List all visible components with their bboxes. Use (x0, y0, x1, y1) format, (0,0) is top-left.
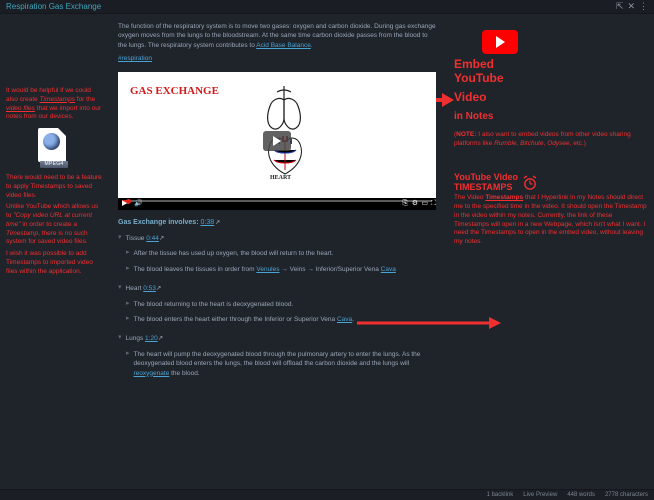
note-content: The function of the respiratory system i… (108, 14, 446, 489)
left-note-4: I wish it was possible to add Timestamps… (6, 250, 102, 276)
video-controls[interactable]: ▶ 🔊 ⎘ ⚙ ▭ ⛶ (118, 198, 436, 210)
page-title: Respiration Gas Exchange (6, 2, 101, 11)
hashtag-link[interactable]: #respiration (118, 54, 152, 63)
external-link-icon[interactable]: ↗ (215, 220, 220, 226)
youtube-icon[interactable]: ▭ (421, 199, 428, 209)
timestamp-link[interactable]: 0:38 (201, 219, 215, 226)
close-icon[interactable]: ✕ (627, 1, 635, 12)
embed-heading-2: YouTube (454, 72, 648, 86)
timestamp-link[interactable]: 1:20 (145, 335, 158, 342)
bullet-lungs-1: ▸The heart will pump the deoxygenated bl… (126, 350, 436, 378)
cava-link[interactable]: Cava (381, 266, 396, 273)
chevron-right-icon[interactable]: ▸ (126, 300, 130, 308)
play-icon[interactable]: ▶ (122, 199, 127, 209)
captions-icon[interactable]: ⎘ (402, 199, 408, 209)
chevron-right-icon[interactable]: ▸ (126, 315, 130, 323)
heart-label: HEART (270, 174, 291, 183)
timestamp-link[interactable]: 0:44 (146, 235, 159, 242)
intro-paragraph: The function of the respiratory system i… (118, 22, 436, 50)
settings-icon[interactable]: ⚙ (412, 199, 418, 209)
bullet-lungs: ▾ Lungs 1:20↗ (118, 334, 436, 343)
chevron-right-icon[interactable]: ▸ (126, 265, 130, 273)
editor-mode[interactable]: Live Preview (523, 492, 557, 498)
file-icon-label: MPEG4 (40, 161, 68, 168)
bullet-tissue-1: ▸After the tissue has used up oxygen, th… (126, 249, 436, 258)
venules-link[interactable]: Venules (256, 266, 279, 273)
left-annotation-column: It would be helpful if we could also cre… (0, 14, 108, 489)
left-note-1: It would be helpful if we could also cre… (6, 87, 102, 122)
left-note-3: Unlike YouTube which allows us to "Copy … (6, 203, 102, 247)
embed-heading-3: Video (454, 86, 648, 110)
bullet-heart-1: ▸The blood returning to the heart is deo… (126, 300, 436, 309)
embed-heading-1: Embed (454, 58, 648, 72)
chevron-right-icon[interactable]: ▸ (126, 350, 130, 358)
alarm-clock-icon (522, 175, 538, 191)
volume-icon[interactable]: 🔊 (134, 199, 143, 209)
arrow-right-icon (355, 316, 501, 330)
bullet-heart: ▾ Heart 0:53↗ (118, 284, 436, 293)
titlebar: Respiration Gas Exchange ⇱ ✕ ⋮ (0, 0, 654, 14)
timestamps-heading: YouTube Video TIMESTAMPS (454, 173, 648, 193)
embed-note: (NOTE: I also want to embed videos from … (454, 131, 648, 149)
bullet-tissue-2: ▸The blood leaves the tissues in order f… (126, 265, 436, 274)
youtube-logo-icon (482, 30, 518, 54)
backlink-count[interactable]: 1 backlink (487, 492, 514, 498)
left-note-2: There would need to be a feature to appl… (6, 174, 102, 200)
external-link-icon[interactable]: ↗ (159, 235, 164, 242)
word-count: 448 words (567, 492, 595, 498)
play-button-icon[interactable] (263, 131, 291, 151)
main-area: It would be helpful if we could also cre… (0, 14, 654, 489)
timestamps-body: The Video Timestamps that I Hyperlink in… (454, 194, 648, 247)
bullet-tissue: ▾ Tissue 0:44↗ (118, 234, 436, 243)
external-link-icon[interactable]: ↗ (156, 285, 161, 292)
video-overlay-title: GAS EXCHANGE (130, 84, 219, 100)
gas-exchange-heading: Gas Exchange involves: 0:38↗ (118, 218, 436, 228)
chevron-down-icon[interactable]: ▾ (118, 234, 122, 242)
timestamp-link[interactable]: 0:53 (143, 285, 156, 292)
link-icon[interactable]: ⇱ (616, 1, 624, 12)
fullscreen-icon[interactable]: ⛶ (431, 199, 436, 209)
external-link-icon[interactable]: ↗ (158, 335, 163, 342)
embed-subheading: in Notes (454, 110, 648, 124)
more-icon[interactable]: ⋮ (639, 1, 648, 12)
chevron-right-icon[interactable]: ▸ (126, 249, 130, 257)
lungs-drawing (244, 82, 324, 138)
chevron-down-icon[interactable]: ▾ (118, 334, 122, 342)
mpeg4-file-icon: MPEG4 (38, 128, 70, 168)
statusbar: 1 backlink Live Preview 448 words 2778 c… (0, 489, 654, 500)
right-annotation-column: Embed YouTube Video in Notes (NOTE: I al… (446, 14, 654, 489)
cava-link[interactable]: Cava (337, 316, 352, 323)
reoxygenate-link[interactable]: reoxygenate (134, 370, 170, 377)
chevron-down-icon[interactable]: ▾ (118, 284, 122, 292)
youtube-embed[interactable]: GAS EXCHANGE HEART ▶ (118, 72, 436, 210)
char-count: 2778 characters (605, 492, 648, 498)
acid-base-link[interactable]: Acid Base Balance (256, 42, 311, 49)
